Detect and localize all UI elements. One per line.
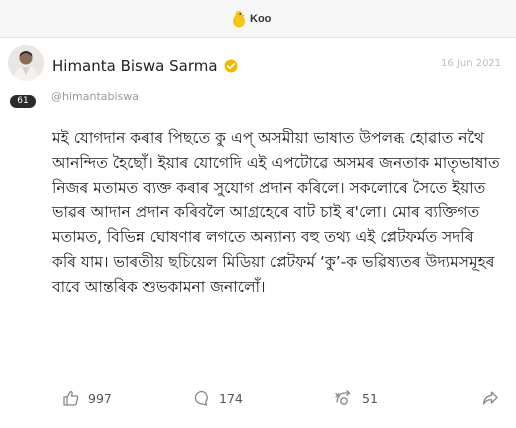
- post-date: 16 Jun 2021: [441, 58, 502, 69]
- author-avatar[interactable]: [8, 45, 44, 81]
- koo-bird-icon: [232, 10, 246, 28]
- comment-icon: [194, 390, 208, 406]
- author-name[interactable]: Himanta Biswa Sarma: [52, 57, 218, 75]
- like-button[interactable]: 997: [62, 386, 112, 410]
- like-count: 997: [88, 390, 112, 406]
- comment-count: 174: [219, 390, 243, 406]
- rekoo-count: 51: [362, 390, 378, 406]
- koo-logo[interactable]: Koo: [232, 8, 271, 30]
- top-bar: Koo: [0, 0, 516, 38]
- share-icon: [482, 391, 498, 405]
- rekoo-button[interactable]: 51: [334, 386, 378, 410]
- action-bar: 997 174 51: [0, 386, 516, 414]
- brand-label: Koo: [250, 13, 272, 25]
- rekoo-icon: [335, 390, 351, 405]
- thumbs-up-icon: [63, 390, 79, 406]
- post-body: মই যোগদান কৰাৰ পিছতে কু এপ্ অসমীয়া ভাষা…: [52, 129, 500, 296]
- author-handle[interactable]: @himantabiswa: [51, 90, 139, 103]
- verified-badge-icon: [224, 58, 238, 73]
- share-button[interactable]: [481, 386, 499, 410]
- comment-button[interactable]: 174: [193, 386, 243, 410]
- follower-badge: 61: [10, 95, 36, 108]
